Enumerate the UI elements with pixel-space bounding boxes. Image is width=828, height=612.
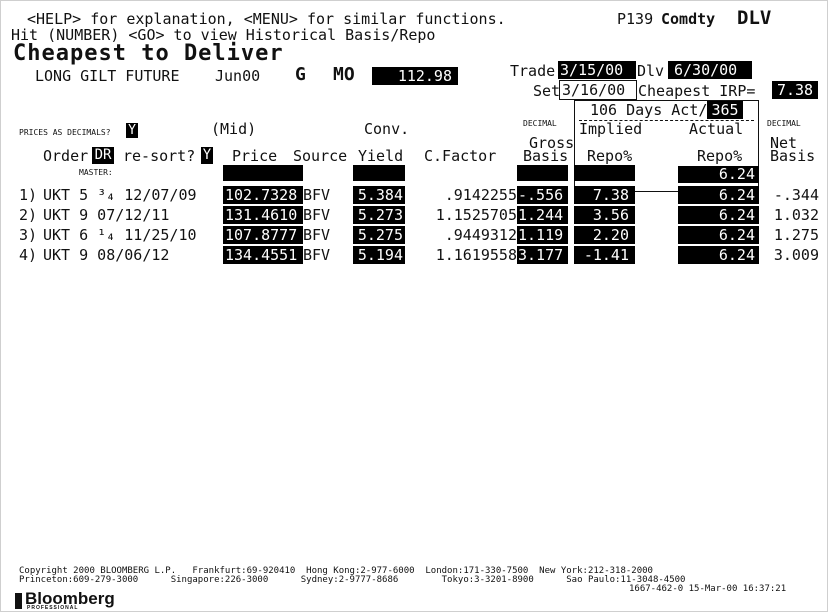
bond-gross-basis: 3.177: [517, 246, 568, 264]
cheapest-irp-label: Cheapest IRP=: [638, 82, 756, 100]
implied-header: Implied: [579, 120, 643, 138]
bond-actual-repo[interactable]: 6.24: [678, 206, 759, 224]
trade-date-field[interactable]: 3/15/00: [558, 61, 636, 79]
bloomberg-terminal-screen: <HELP> for explanation, <MENU> for simil…: [0, 0, 828, 612]
bond-source: BFV: [303, 186, 331, 204]
gross-decimal-label: DECIMAL: [523, 119, 557, 128]
bond-implied-repo: 7.38: [574, 186, 635, 204]
bloomberg-logo-bar: [15, 593, 22, 609]
prices-as-decimals-label: PRICES AS DECIMALS?: [19, 128, 111, 137]
master-gross-field[interactable]: [517, 165, 568, 181]
prices-as-decimals-toggle[interactable]: Y: [126, 123, 138, 138]
bond-row-number[interactable]: 1): [19, 187, 37, 203]
bond-yield-field: 5.275: [353, 226, 405, 244]
delivery-label: Dlv: [637, 62, 665, 80]
bond-source: BFV: [303, 246, 331, 264]
bond-row-number[interactable]: 2): [19, 207, 37, 223]
actual-repo-header: Repo%: [697, 147, 743, 165]
bond-cfactor: .9449312: [444, 226, 517, 244]
bond-yield-field: 5.194: [353, 246, 405, 264]
bond-actual-repo[interactable]: 6.24: [678, 246, 759, 264]
resort-label: re-sort?: [123, 147, 196, 165]
bond-name[interactable]: UKT 6 ¹₄ 11/25/10: [43, 227, 197, 243]
master-price-field[interactable]: [223, 165, 303, 181]
implied-repo-header: Repo%: [587, 147, 633, 165]
conv-label: Conv.: [364, 120, 410, 138]
ticker: G: [295, 64, 306, 85]
master-actual-repo-field[interactable]: 6.24: [678, 166, 759, 183]
bond-name[interactable]: UKT 9 07/12/11: [43, 207, 169, 223]
contract-month: Jun00: [215, 67, 261, 85]
bond-price-field[interactable]: 102.7328: [223, 186, 303, 204]
page-code: P139: [617, 10, 654, 28]
master-implied-field[interactable]: [574, 165, 635, 181]
page-title: Cheapest to Deliver: [13, 41, 284, 66]
bond-source: BFV: [303, 206, 331, 224]
bond-row-number[interactable]: 3): [19, 227, 37, 243]
bond-row-number[interactable]: 4): [19, 247, 37, 263]
settle-label: Set: [533, 82, 561, 100]
bond-implied-repo: 3.56: [574, 206, 635, 224]
bond-net-basis: 1.032: [773, 206, 819, 224]
bond-actual-repo[interactable]: 6.24: [678, 186, 759, 204]
bond-net-basis: 3.009: [773, 246, 819, 264]
bond-gross-basis: 1.119: [517, 226, 568, 244]
future-name: LONG GILT FUTURE: [35, 67, 180, 85]
bond-name[interactable]: UKT 5 ³₄ 12/07/09: [43, 187, 197, 203]
trade-label: Trade: [510, 62, 556, 80]
bond-gross-basis: -.556: [517, 186, 568, 204]
offices-line: Princeton:609-279-3000 Singapore:226-300…: [19, 575, 686, 585]
future-price-field[interactable]: 112.98: [372, 67, 458, 85]
order-label: Order: [43, 147, 89, 165]
actual-header: Actual: [689, 120, 744, 138]
bond-yield-field: 5.384: [353, 186, 405, 204]
settle-date-value: 3/16/00: [562, 81, 626, 99]
bond-price-field[interactable]: 107.8777: [223, 226, 303, 244]
bond-source: BFV: [303, 226, 331, 244]
days-label: 106 Days Act/: [590, 101, 708, 119]
ticker-suffix: MO: [333, 64, 355, 85]
timestamp-line: 1667-462-0 15-Mar-00 16:37:21: [629, 584, 787, 594]
resort-toggle[interactable]: Y: [201, 147, 213, 164]
order-field[interactable]: DR: [92, 147, 114, 164]
bond-implied-repo: 2.20: [574, 226, 635, 244]
function-code: DLV: [737, 7, 772, 29]
price-header: Price: [232, 147, 278, 165]
yield-header: Yield: [358, 147, 404, 165]
settle-date-box[interactable]: 3/16/00: [559, 80, 637, 100]
cheapest-irp-value: 7.38: [772, 81, 818, 99]
bond-net-basis: 1.275: [773, 226, 819, 244]
bond-price-field[interactable]: 131.4610: [223, 206, 303, 224]
net-decimal-label: DECIMAL: [767, 119, 801, 128]
source-header: Source: [293, 147, 348, 165]
day-count-field[interactable]: 365: [707, 101, 743, 119]
bond-gross-basis: 1.244: [517, 206, 568, 224]
bond-cfactor: .9142255: [444, 186, 517, 204]
master-label: MASTER:: [79, 168, 113, 177]
bond-cfactor: 1.1619558: [435, 246, 517, 264]
net-basis-header: Basis: [770, 147, 816, 165]
bond-implied-repo: -1.41: [574, 246, 635, 264]
delivery-date-field[interactable]: 6/30/00: [668, 61, 752, 79]
bond-name[interactable]: UKT 9 08/06/12: [43, 247, 169, 263]
market-label: Comdty: [661, 10, 716, 28]
bond-price-field[interactable]: 134.4551: [223, 246, 303, 264]
mid-label: (Mid): [211, 120, 257, 138]
cfactor-header: C.Factor: [424, 147, 497, 165]
bond-net-basis: -.344: [773, 186, 819, 204]
help-line: <HELP> for explanation, <MENU> for simil…: [27, 10, 506, 28]
master-yield-field[interactable]: [353, 165, 405, 181]
bloomberg-logo-subtitle: PROFESSIONAL: [27, 605, 79, 611]
gross-basis-header: Basis: [523, 147, 569, 165]
bond-yield-field: 5.273: [353, 206, 405, 224]
bond-cfactor: 1.1525705: [435, 206, 517, 224]
bond-actual-repo[interactable]: 6.24: [678, 226, 759, 244]
